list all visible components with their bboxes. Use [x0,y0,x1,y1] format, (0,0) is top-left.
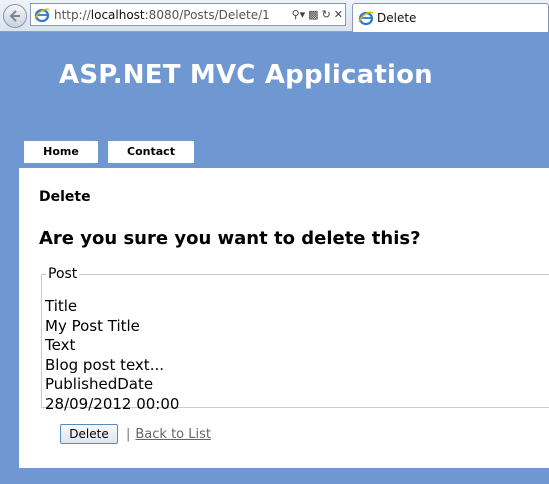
refresh-icon[interactable]: ↻ [322,6,331,24]
field-value-title: My Post Title [45,316,140,335]
separator: | [126,426,131,442]
address-bar[interactable]: http://localhost:8080/Posts/Delete/1 ⚲▾ … [30,3,346,26]
address-tools: ⚲▾ ▩ ↻ ✕ [292,6,343,24]
compatibility-view-icon[interactable]: ▩ [308,6,318,24]
browser-toolbar: http://localhost:8080/Posts/Delete/1 ⚲▾ … [0,0,549,32]
main-content: Delete Are you sure you want to delete t… [19,168,549,468]
confirm-question: Are you sure you want to delete this? [39,228,421,249]
form-actions: Delete | Back to List [60,424,211,444]
menu-item-home[interactable]: Home [24,141,98,163]
post-fieldset: Post Title My Post Title Text Blog post … [41,266,549,413]
stop-icon[interactable]: ✕ [334,6,343,24]
menu-item-contact[interactable]: Contact [108,141,194,163]
field-label-title: Title [45,297,78,315]
ie-page-icon [34,8,50,23]
field-value-published-date: 28/09/2012 00:00 [45,394,180,413]
field-value-text: Blog post text... [45,355,164,374]
main-menu: Home Contact [24,141,194,163]
field-label-published-date: PublishedDate [45,375,154,393]
site-title: ASP.NET MVC Application [59,60,433,90]
delete-button[interactable]: Delete [60,424,118,444]
browser-tab[interactable]: Delete [352,3,549,32]
back-button[interactable] [3,4,27,28]
tab-title: Delete [377,11,417,25]
ie-page-icon [358,11,374,26]
page-heading: Delete [39,189,91,205]
fieldset-legend: Post [48,266,78,282]
field-label-text: Text [45,336,76,354]
back-arrow-icon [9,10,20,22]
address-url: http://localhost:8080/Posts/Delete/1 [54,8,270,22]
back-to-list-link[interactable]: Back to List [135,427,211,442]
field-list: Title My Post Title Text Blog post text.… [45,297,179,414]
search-icon[interactable]: ⚲▾ [292,6,306,24]
